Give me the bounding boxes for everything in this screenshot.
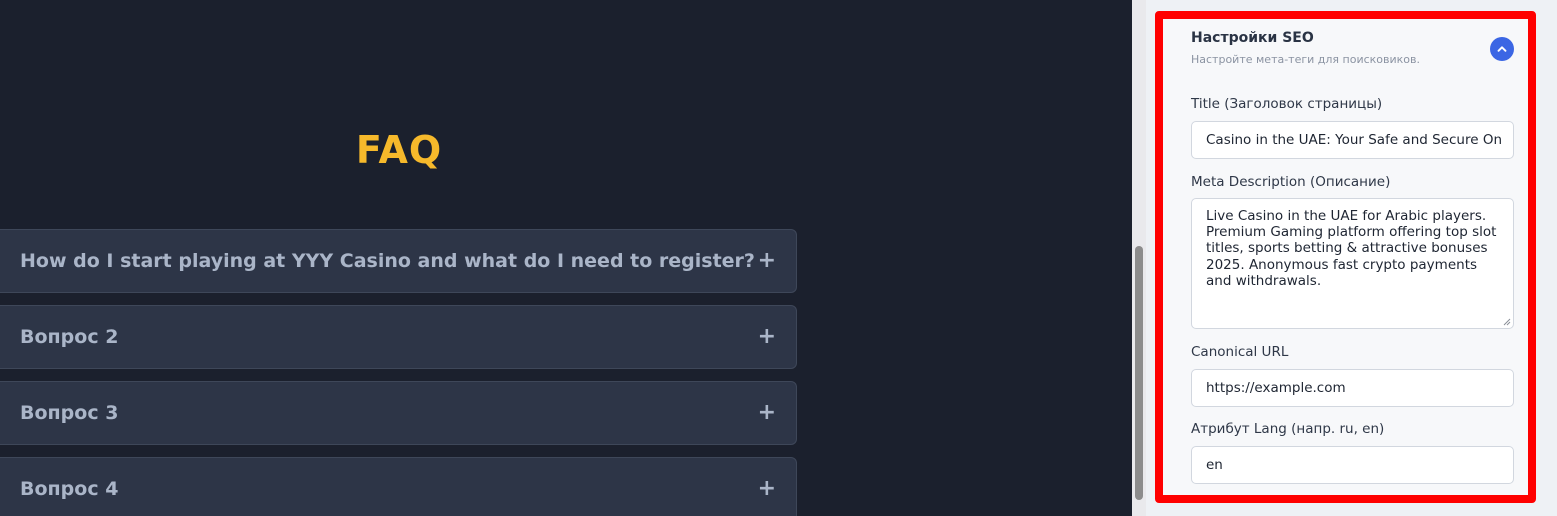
plus-icon: + [757,476,776,501]
scrollbar-thumb[interactable] [1135,246,1143,500]
plus-icon: + [757,248,776,273]
title-label: Title (Заголовок страницы) [1191,96,1383,112]
lang-attribute-input[interactable]: en [1191,446,1514,484]
plus-icon: + [757,400,776,425]
seo-section-title: Настройки SEO [1191,30,1314,46]
resize-handle-icon[interactable] [1503,318,1511,326]
faq-question: How do I start playing at YYY Casino and… [20,250,755,272]
chevron-up-icon [1497,46,1507,52]
faq-item[interactable]: Вопрос 3 + [0,381,797,445]
preview-scrollbar[interactable] [1132,0,1146,516]
title-input[interactable]: Casino in the UAE: Your Safe and Secure … [1191,121,1514,159]
collapse-button[interactable] [1490,37,1514,61]
faq-heading: FAQ [355,128,443,172]
canonical-url-label: Canonical URL [1191,344,1289,360]
meta-description-textarea[interactable]: Live Casino in the UAE for Arabic player… [1191,198,1514,329]
plus-icon: + [757,324,776,349]
page-preview: FAQ How do I start playing at YYY Casino… [0,0,1132,516]
faq-item[interactable]: How do I start playing at YYY Casino and… [0,229,797,293]
faq-item[interactable]: Вопрос 4 + [0,457,797,516]
seo-section-subtitle: Настройте мета-теги для поисковиков. [1191,53,1421,66]
meta-description-text: Live Casino in the UAE for Arabic player… [1206,208,1497,289]
lang-attribute-label: Атрибут Lang (напр. ru, en) [1191,421,1385,437]
faq-question: Вопрос 4 [20,478,119,500]
meta-description-label: Meta Description (Описание) [1191,174,1391,190]
faq-question: Вопрос 3 [20,402,119,424]
canonical-url-input[interactable]: https://example.com [1191,369,1514,407]
faq-item[interactable]: Вопрос 2 + [0,305,797,369]
faq-question: Вопрос 2 [20,326,119,348]
